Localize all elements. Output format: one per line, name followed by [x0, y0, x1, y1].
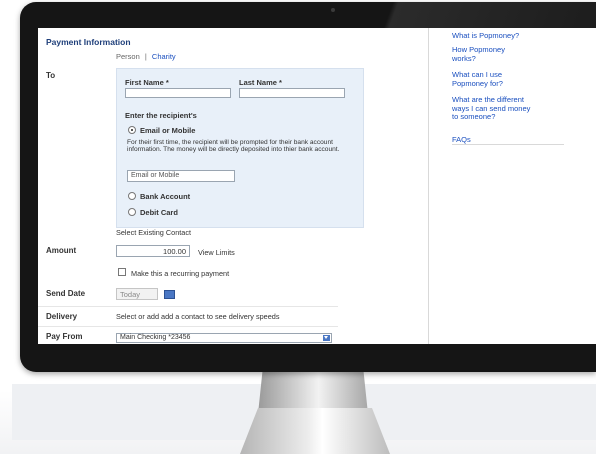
- recipient-type-person[interactable]: Person: [116, 52, 140, 61]
- send-date-field[interactable]: Today: [116, 288, 158, 300]
- recurring-checkbox[interactable]: [118, 268, 126, 276]
- sidebar-link-what-is[interactable]: What is Popmoney?: [452, 31, 542, 41]
- recipient-panel: First Name * Last Name * Enter the recip…: [116, 68, 364, 228]
- bank-account-radio[interactable]: [128, 192, 136, 200]
- email-placeholder: Email or Mobile: [131, 172, 180, 179]
- amount-value: 100.00: [163, 247, 186, 256]
- email-mobile-input[interactable]: Email or Mobile: [127, 170, 235, 182]
- last-name-label: Last Name *: [239, 78, 282, 87]
- view-limits-link[interactable]: View Limits: [198, 248, 235, 257]
- pay-from-label: Pay From: [46, 332, 83, 341]
- scene-background: Payment Information Person | Charity To …: [0, 0, 596, 454]
- send-date-label: Send Date: [46, 289, 86, 298]
- delivery-text: Select or add add a contact to see deliv…: [116, 312, 280, 321]
- bezel-reflection: [340, 2, 596, 30]
- chevron-down-icon[interactable]: [323, 335, 330, 341]
- email-mobile-radio[interactable]: [128, 126, 136, 134]
- select-existing-contact-link[interactable]: Select Existing Contact: [116, 228, 191, 237]
- recipient-type-nav: Person | Charity: [116, 52, 176, 61]
- monitor-stand-base: [240, 408, 390, 454]
- sidebar-link-how-works[interactable]: How Popmoney works?: [452, 45, 524, 63]
- section-title: Payment Information: [46, 37, 131, 47]
- debit-card-radio[interactable]: [128, 208, 136, 216]
- amount-field[interactable]: 100.00: [116, 245, 190, 257]
- sidebar-link-ways-to-send[interactable]: What are the different ways I can send m…: [452, 95, 536, 122]
- send-date-value: Today: [120, 290, 141, 299]
- column-divider: [428, 28, 429, 344]
- sidebar-divider: [452, 144, 564, 145]
- monitor-stand-neck: [258, 372, 368, 414]
- recurring-label: Make this a recurring payment: [131, 269, 230, 278]
- email-help-text: For their first time, the recipient will…: [127, 139, 340, 154]
- row-divider: [38, 326, 338, 327]
- bank-account-option-label: Bank Account: [140, 192, 191, 201]
- pay-from-select[interactable]: Main Checking *23456: [116, 333, 332, 343]
- amount-label: Amount: [46, 246, 77, 255]
- sidebar-link-use-for[interactable]: What can I use Popmoney for?: [452, 70, 524, 88]
- debit-card-option-label: Debit Card: [140, 208, 178, 217]
- enter-recipient-label: Enter the recipient's: [125, 111, 197, 120]
- pay-from-value: Main Checking *23456: [120, 334, 191, 341]
- row-divider: [38, 306, 338, 307]
- monitor-screen: Payment Information Person | Charity To …: [38, 28, 596, 344]
- calendar-icon[interactable]: [164, 290, 175, 299]
- delivery-label: Delivery: [46, 312, 78, 321]
- camera-icon: [331, 8, 335, 12]
- recipient-type-charity[interactable]: Charity: [152, 52, 176, 61]
- last-name-field[interactable]: [239, 88, 345, 98]
- first-name-label: First Name *: [125, 78, 169, 87]
- nav-separator: |: [144, 52, 147, 61]
- to-label: To: [46, 71, 56, 80]
- email-mobile-option-label: Email or Mobile: [140, 126, 196, 135]
- first-name-field[interactable]: [125, 88, 231, 98]
